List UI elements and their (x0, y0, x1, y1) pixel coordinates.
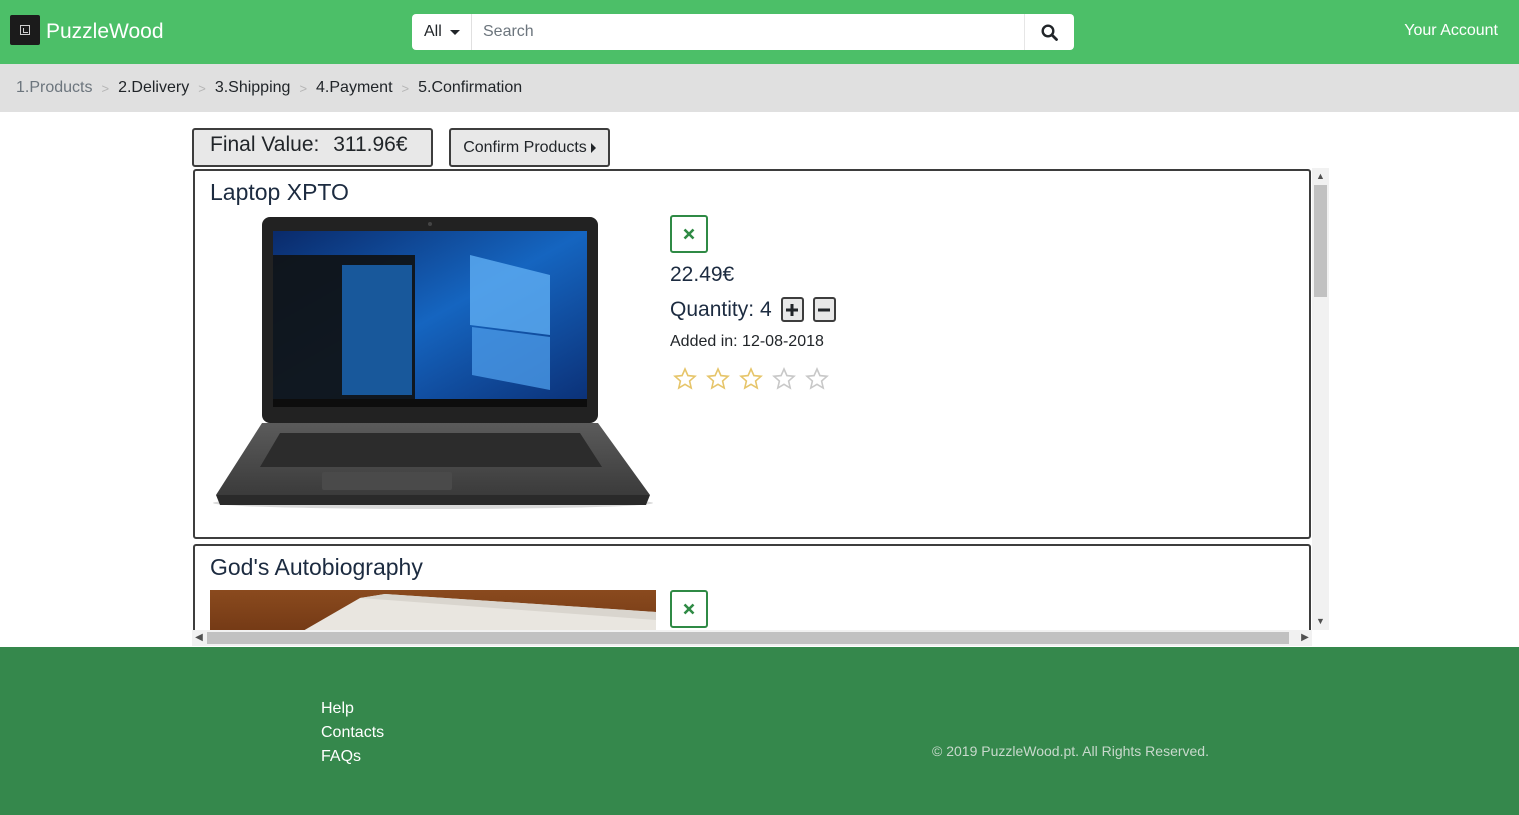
chevron-down-icon (449, 29, 460, 35)
breadcrumb-separator: > (401, 80, 410, 96)
star-icon[interactable] (772, 367, 805, 393)
step-delivery[interactable]: 2.Delivery (118, 79, 189, 97)
step-confirmation[interactable]: 5.Confirmation (418, 79, 522, 97)
close-icon (683, 228, 695, 240)
star-icon[interactable] (706, 367, 739, 393)
step-products[interactable]: 1.Products (16, 79, 92, 97)
final-value-box: Final Value: 311.96€ (192, 128, 433, 167)
scroll-left-icon[interactable]: ◀ (194, 633, 204, 643)
category-dropdown-label: All (424, 23, 442, 40)
close-icon (683, 603, 695, 615)
search-input[interactable] (472, 14, 1024, 50)
footer-links: Help Contacts FAQs (321, 697, 384, 769)
copyright-text: © 2019 PuzzleWood.pt. All Rights Reserve… (932, 743, 1209, 759)
horizontal-scrollbar[interactable]: ◀ ▶ (192, 630, 1312, 646)
star-icon[interactable] (805, 367, 838, 393)
breadcrumb-separator: > (101, 80, 110, 96)
brand-name[interactable]: PuzzleWood (46, 18, 164, 46)
product-list[interactable]: Laptop XPTO 22.49€ Quantity: 4 Added in:… (192, 168, 1329, 646)
confirm-products-button[interactable]: Confirm Products (449, 128, 610, 167)
increase-quantity-button[interactable] (780, 297, 804, 322)
search-icon (1041, 23, 1058, 41)
quantity-value: 4 (760, 297, 772, 321)
product-title: Laptop XPTO (210, 179, 349, 205)
final-value-label: Final Value: (210, 133, 320, 156)
top-navbar: PuzzleWood All Your Account (0, 0, 1519, 64)
breadcrumb-separator: > (299, 80, 308, 96)
star-icon[interactable] (739, 367, 772, 393)
horizontal-scroll-thumb[interactable] (207, 632, 1289, 644)
category-dropdown[interactable]: All (412, 14, 472, 50)
decrease-quantity-button[interactable] (812, 297, 836, 322)
breadcrumb-separator: > (198, 80, 206, 96)
added-date: Added in: 12-08-2018 (670, 333, 824, 350)
product-price: 22.49€ (670, 263, 735, 286)
footer-link-contacts[interactable]: Contacts (321, 721, 384, 745)
product-image-laptop[interactable] (210, 215, 656, 510)
product-title: God's Autobiography (210, 554, 423, 580)
step-payment[interactable]: 4.Payment (316, 79, 392, 97)
quantity-label: Quantity: (670, 297, 755, 321)
scroll-down-icon[interactable]: ▼ (1316, 617, 1325, 626)
footer-link-faqs[interactable]: FAQs (321, 745, 384, 769)
search-bar: All (412, 14, 1074, 50)
search-button[interactable] (1024, 14, 1074, 50)
scroll-right-icon[interactable]: ▶ (1300, 633, 1310, 643)
plus-icon (786, 303, 799, 316)
footer-link-help[interactable]: Help (321, 697, 384, 721)
vertical-scrollbar[interactable]: ▲ ▼ (1312, 168, 1329, 630)
star-icon[interactable] (673, 367, 706, 393)
step-shipping[interactable]: 3.Shipping (215, 79, 291, 97)
confirm-products-label: Confirm Products (463, 138, 587, 156)
remove-product-button[interactable] (670, 590, 708, 628)
final-value-amount: 311.96€ (333, 133, 408, 156)
your-account-link[interactable]: Your Account (1404, 22, 1498, 40)
scroll-up-icon[interactable]: ▲ (1316, 172, 1325, 181)
brand-logo-icon[interactable] (10, 15, 40, 45)
checkout-steps-breadcrumb: 1.Products > 2.Delivery > 3.Shipping > 4… (0, 64, 1519, 112)
vertical-scroll-thumb[interactable] (1314, 185, 1327, 297)
quantity-stepper: Quantity: 4 (670, 297, 836, 322)
remove-product-button[interactable] (670, 215, 708, 253)
caret-right-icon (590, 142, 596, 153)
minus-icon (818, 308, 831, 311)
rating-stars[interactable] (673, 367, 838, 393)
product-card: Laptop XPTO 22.49€ Quantity: 4 Added in:… (193, 169, 1311, 539)
footer: Help Contacts FAQs © 2019 PuzzleWood.pt.… (0, 647, 1519, 815)
